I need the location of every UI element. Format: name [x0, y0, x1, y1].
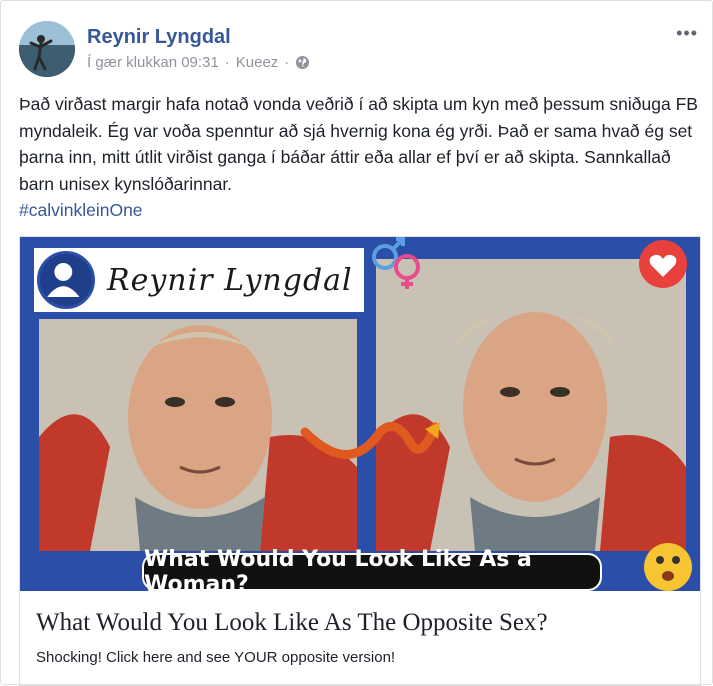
- image-name-banner: Reynir Lyngdal: [34, 248, 364, 312]
- post-text: Það virðast margir hafa notað vonda veðr…: [19, 94, 698, 194]
- author-avatar[interactable]: [19, 21, 75, 77]
- image-name-text: Reynir Lyngdal: [107, 262, 353, 298]
- post-via-app[interactable]: Kueez: [236, 54, 279, 71]
- post-time[interactable]: Í gær klukkan 09:31: [87, 54, 219, 71]
- user-silhouette-icon: [37, 251, 95, 309]
- meta-separator: ·: [284, 54, 290, 71]
- hashtag-link[interactable]: #calvinkleinOne: [19, 197, 699, 224]
- post-text-container: Það virðast margir hafa notað vonda veðr…: [19, 91, 699, 224]
- image-caption-bar: What Would You Look Like As a Woman?: [142, 547, 602, 591]
- more-options-icon[interactable]: •••: [676, 23, 698, 44]
- post-meta: Í gær klukkan 09:31 · Kueez ·: [87, 54, 310, 71]
- shared-link-card[interactable]: Reynir Lyngdal What Would You Look Like …: [19, 236, 701, 686]
- feed-post: Reynir Lyngdal Í gær klukkan 09:31 · Kue…: [0, 0, 713, 686]
- shared-link-image[interactable]: Reynir Lyngdal What Would You Look Like …: [20, 237, 700, 591]
- author-name[interactable]: Reynir Lyngdal: [87, 26, 231, 49]
- meta-separator: ·: [224, 54, 230, 71]
- shared-link-title[interactable]: What Would You Look Like As The Opposite…: [36, 609, 548, 637]
- globe-icon[interactable]: [295, 55, 310, 70]
- shared-link-description: Shocking! Click here and see YOUR opposi…: [36, 649, 396, 666]
